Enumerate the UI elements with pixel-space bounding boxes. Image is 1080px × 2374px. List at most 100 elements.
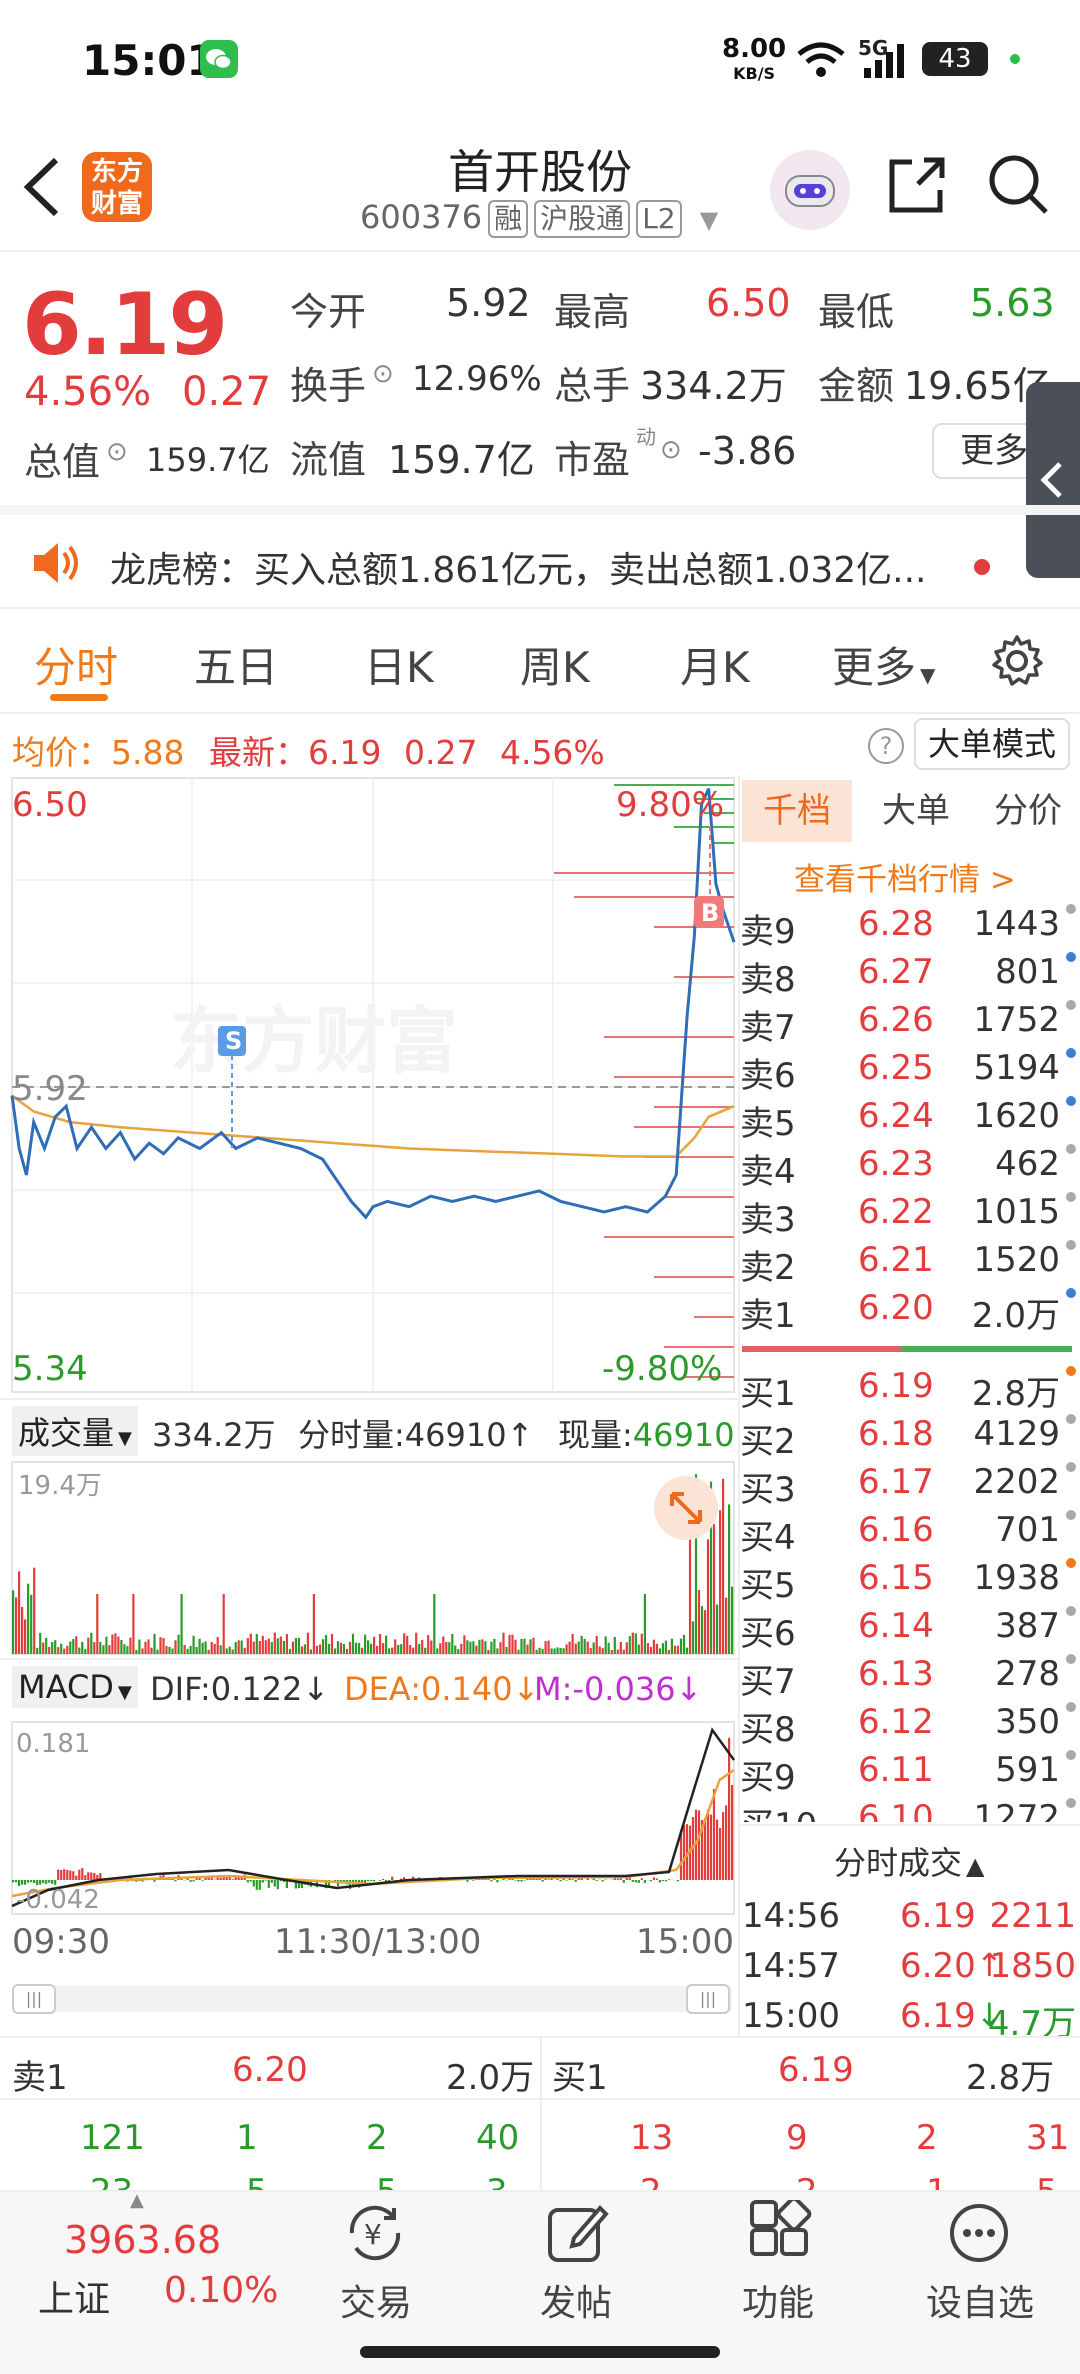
bid-row[interactable]: 买7 6.13 278 — [740, 1654, 1080, 1702]
bid-row[interactable]: 买1 6.19 2.8万 — [740, 1366, 1080, 1414]
bid-level: 买2 — [740, 1422, 796, 1462]
macd-bar — [192, 1880, 195, 1882]
bid-price: 6.10 — [858, 1798, 934, 1822]
more-dots-icon[interactable] — [946, 2200, 1012, 2270]
macd-bar — [249, 1880, 252, 1882]
bid-dot-icon — [1066, 1510, 1076, 1520]
macd-bar — [39, 1880, 42, 1885]
bid-row[interactable]: 买9 6.11 591 — [740, 1750, 1080, 1798]
macd-bar — [388, 1880, 391, 1881]
macd-bar — [78, 1869, 81, 1880]
bid-row[interactable]: 买5 6.15 1938 — [740, 1558, 1080, 1606]
macd-bar — [676, 1880, 679, 1882]
edit-icon[interactable] — [544, 2200, 610, 2270]
bid-dot-icon — [1066, 1414, 1076, 1424]
macd-bar — [51, 1880, 54, 1884]
macd-bar — [93, 1873, 96, 1880]
queue-buy-price: 6.19 — [778, 2050, 854, 2090]
macd-bar — [625, 1878, 628, 1880]
macd-bar — [496, 1880, 499, 1883]
bid-price: 6.15 — [858, 1558, 934, 1598]
bid-dot-icon — [1066, 1462, 1076, 1472]
macd-bar — [258, 1880, 261, 1890]
nav-functions[interactable]: 功能 — [670, 2274, 886, 2326]
macd-bar — [682, 1825, 686, 1880]
bid-level: 买6 — [740, 1614, 796, 1654]
index-value[interactable]: 3963.68 — [64, 2218, 221, 2262]
bid-level: 买4 — [740, 1518, 796, 1558]
queue-cell: 121 — [80, 2118, 145, 2158]
macd-bottom-label: -0.042 — [16, 1885, 100, 1915]
bid-price: 6.13 — [858, 1654, 934, 1694]
range-slider-track[interactable] — [12, 1986, 732, 2012]
bid-price: 6.12 — [858, 1702, 934, 1742]
macd-bar — [472, 1880, 475, 1881]
macd-bar — [30, 1880, 33, 1883]
grid-icon[interactable] — [746, 2196, 812, 2270]
range-handle-right[interactable]: ||| — [686, 1984, 730, 2014]
macd-bar — [520, 1880, 523, 1882]
macd-bar — [719, 1827, 722, 1880]
macd-bar — [622, 1880, 625, 1883]
bid-price: 6.14 — [858, 1606, 934, 1646]
macd-bar — [382, 1878, 385, 1880]
ticks-title[interactable]: 分时成交 ▲ — [834, 1838, 984, 1884]
macd-bar — [21, 1880, 24, 1885]
ticks-panel: 分时成交 ▲ 14:56 6.19 2211 14:57 6.20 ↑ 1850 15:00 6.… — [740, 1824, 1080, 2044]
macd-bar — [547, 1879, 550, 1880]
index-pct: 0.10% — [164, 2270, 279, 2311]
bid-level: 买1 — [740, 1374, 796, 1414]
nav-trade[interactable]: 交易 — [268, 2274, 484, 2326]
yuan-cycle-icon[interactable]: ¥ — [342, 2200, 408, 2270]
queue-sell-price: 6.20 — [232, 2050, 308, 2090]
macd-bar — [523, 1880, 526, 1881]
time-mid: 11:30/13:00 — [274, 1922, 482, 1962]
macd-bar — [69, 1870, 72, 1880]
macd-bar — [81, 1868, 84, 1880]
macd-bar — [601, 1880, 604, 1882]
time-end: 15:00 — [636, 1922, 734, 1962]
macd-bar — [27, 1880, 30, 1883]
bid-dot-icon — [1066, 1366, 1076, 1376]
bid-level: 买3 — [740, 1470, 796, 1510]
bid-row[interactable]: 买8 6.12 350 — [740, 1702, 1080, 1750]
nav-post[interactable]: 发帖 — [468, 2274, 684, 2326]
time-axis: 09:30 11:30/13:00 15:00 — [0, 1918, 740, 1968]
bid-row[interactable]: 买4 6.16 701 — [740, 1510, 1080, 1558]
bid-dot-icon — [1066, 1702, 1076, 1712]
bid-row[interactable]: 买3 6.17 2202 — [740, 1462, 1080, 1510]
macd-bar — [367, 1880, 370, 1882]
macd-bar — [90, 1872, 93, 1880]
queue-sell-label: 卖1 — [12, 2058, 68, 2098]
macd-bar — [66, 1870, 69, 1880]
bid-volume: 387 — [995, 1606, 1060, 1646]
queue-cell: 2 — [366, 2118, 388, 2158]
macd-bar — [252, 1880, 255, 1887]
nav-add-watchlist[interactable]: 设自选 — [872, 2274, 1080, 2326]
macd-bar — [201, 1880, 204, 1881]
bid-row[interactable]: 买6 6.14 387 — [740, 1606, 1080, 1654]
chevron-up-icon[interactable]: ▲ — [130, 2190, 144, 2211]
macd-bar — [490, 1880, 493, 1882]
queue-buy-label: 买1 — [552, 2058, 608, 2098]
bid-row[interactable]: 买2 6.18 4129 — [740, 1414, 1080, 1462]
macd-bar — [709, 1814, 713, 1880]
macd-bar — [637, 1880, 640, 1883]
range-handle-left[interactable]: ||| — [12, 1984, 56, 2014]
macd-bar — [640, 1878, 643, 1880]
macd-bar — [634, 1880, 637, 1883]
macd-bar — [703, 1818, 707, 1880]
bid-volume: 1938 — [973, 1558, 1060, 1598]
macd-bar — [33, 1880, 36, 1883]
chevron-up-icon: ▲ — [966, 1852, 985, 1880]
bid-level: 买8 — [740, 1710, 796, 1750]
tick-volume: 2211 — [989, 1896, 1076, 1936]
macd-bar — [373, 1880, 376, 1882]
macd-bar — [72, 1871, 75, 1880]
bid-row[interactable]: 买10 6.10 1272 — [740, 1798, 1080, 1822]
bid-price: 6.19 — [858, 1366, 934, 1406]
bid-volume: 2.8万 — [971, 1374, 1060, 1414]
macd-bar — [370, 1880, 373, 1882]
macd-bar — [595, 1880, 598, 1881]
level2-queue: 卖1 6.20 2.0万 买1 6.19 2.8万 12112402355313… — [0, 2036, 1080, 2212]
